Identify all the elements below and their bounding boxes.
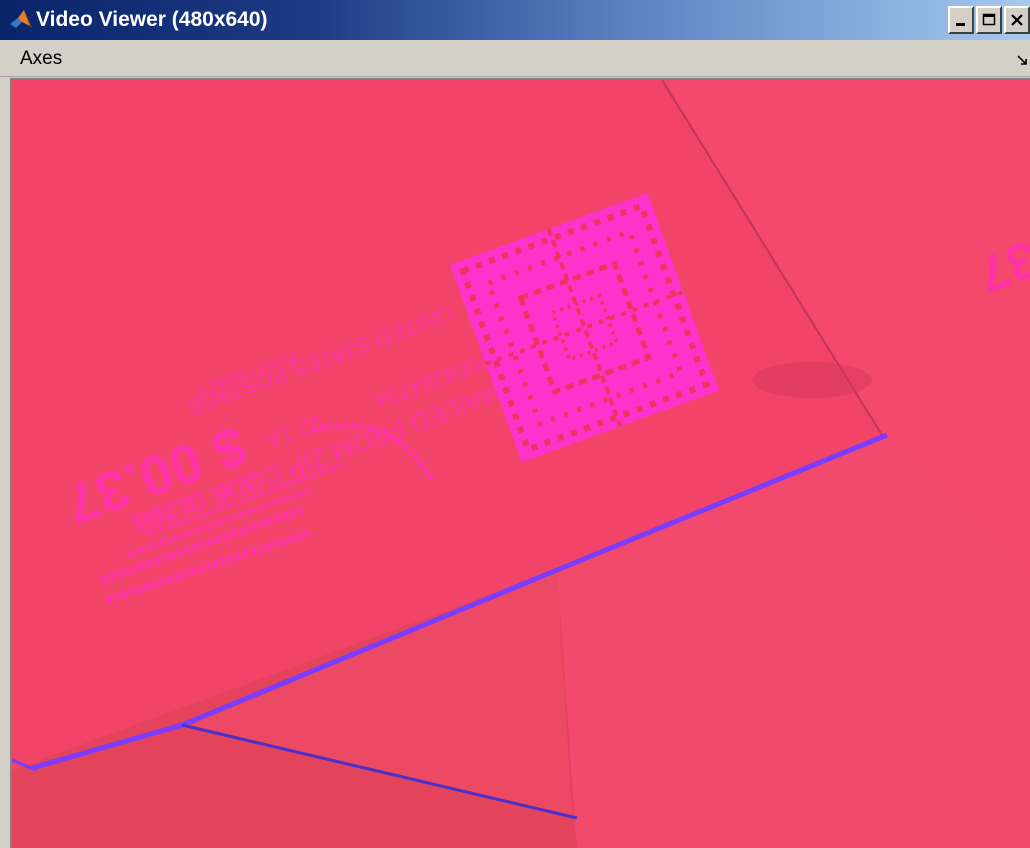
window-title: Video Viewer (480x640) xyxy=(36,8,268,31)
video-frame: MAILED FROM ZIP CODE 01760 0004384734 02… xyxy=(10,78,1030,848)
minimize-icon xyxy=(956,23,965,26)
menu-bar: Axes xyxy=(0,40,1030,77)
maximize-icon xyxy=(982,13,996,26)
maximize-button[interactable] xyxy=(976,6,1002,34)
video-frame-image: MAILED FROM ZIP CODE 01760 0004384734 02… xyxy=(12,80,1030,848)
dock-arrow-icon[interactable] xyxy=(1016,54,1028,66)
menu-item-axes[interactable]: Axes xyxy=(20,48,62,70)
minimize-button[interactable] xyxy=(948,6,974,34)
caption-buttons xyxy=(948,6,1030,34)
close-icon xyxy=(1011,14,1023,26)
close-button[interactable] xyxy=(1004,6,1030,34)
title-bar: Video Viewer (480x640) xyxy=(0,0,1030,40)
matlab-logo-icon[interactable] xyxy=(8,8,34,32)
